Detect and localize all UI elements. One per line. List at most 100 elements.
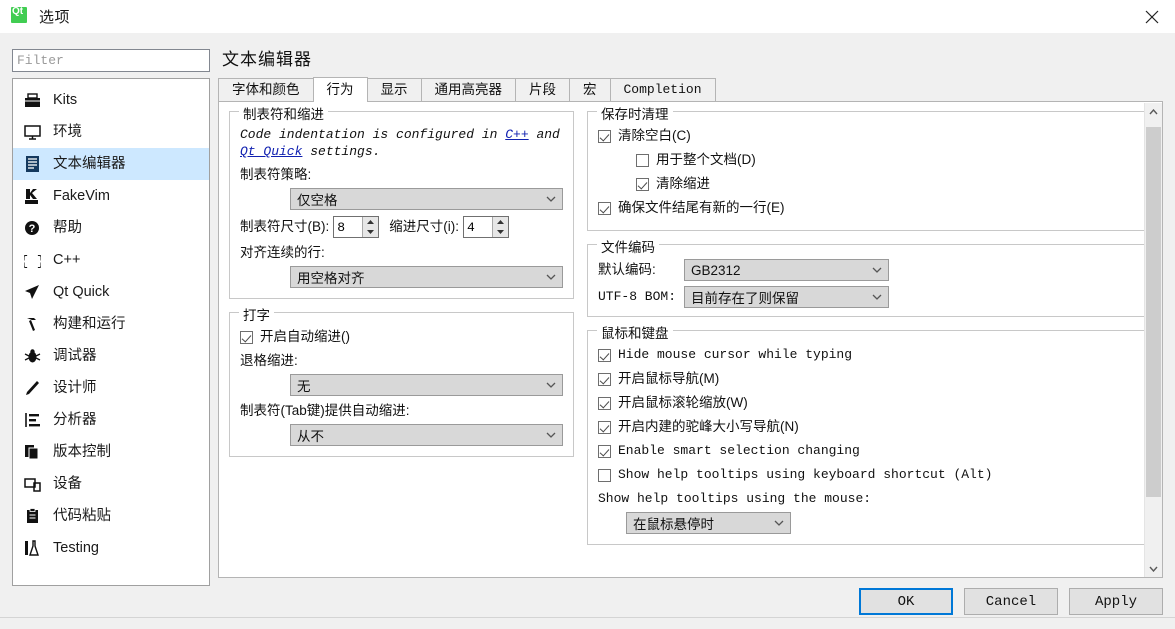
- sidebar-item-designer[interactable]: 设计师: [13, 372, 209, 404]
- sidebar-item-build-run[interactable]: 构建和运行: [13, 308, 209, 340]
- help-tooltips-shortcut-checkbox[interactable]: Show help tooltips using keyboard shortc…: [598, 465, 1134, 485]
- tab-behavior[interactable]: 行为: [312, 77, 368, 102]
- tab-sizes-row: 制表符尺寸(B): 8 缩进尺寸(i): 4: [240, 216, 563, 238]
- scroll-viewport: 制表符和缩进 Code indentation is configured in…: [219, 102, 1144, 576]
- indent-size-spin-buttons[interactable]: [492, 217, 508, 237]
- text-editor-icon: [21, 154, 43, 174]
- clipboard-icon: [21, 506, 43, 526]
- auto-indent-checkbox[interactable]: 开启自动缩进(): [240, 327, 563, 347]
- checkbox-box: [598, 468, 611, 482]
- sidebar-item-label: 分析器: [53, 411, 97, 428]
- align-continuation-select[interactable]: 用空格对齐: [290, 266, 563, 288]
- tab-macros[interactable]: 宏: [569, 78, 611, 101]
- scroll-up-button[interactable]: [1145, 103, 1162, 120]
- backspace-indent-select[interactable]: 无: [290, 374, 563, 396]
- tab-size-stepper[interactable]: 8: [333, 216, 380, 238]
- sidebar-item-label: 版本控制: [53, 443, 111, 460]
- window-title: 选项: [39, 9, 71, 26]
- sidebar-item-debugger[interactable]: 调试器: [13, 340, 209, 372]
- tab-snippets[interactable]: 片段: [515, 78, 570, 101]
- apply-button[interactable]: Apply: [1069, 588, 1163, 615]
- cpp-settings-link[interactable]: C++: [505, 127, 528, 142]
- hint-text-middle: and: [528, 127, 560, 142]
- clean-indentation-checkbox[interactable]: 清除缩进: [636, 174, 1134, 194]
- tab-size-value: 8: [337, 219, 346, 235]
- hide-cursor-checkbox[interactable]: Hide mouse cursor while typing: [598, 345, 1134, 365]
- indent-size-stepper[interactable]: 4: [463, 216, 509, 238]
- sidebar-item-analyzer[interactable]: 分析器: [13, 404, 209, 436]
- spin-down-icon[interactable]: [363, 227, 378, 237]
- tab-policy-select[interactable]: 仅空格: [290, 188, 563, 210]
- cleanup-on-save-group: 保存时清理 清除空白(C) 用于整个文档(D) 清除缩进 确保文件结尾有新的一行…: [587, 103, 1144, 231]
- tab-size-label: 制表符尺寸(B):: [240, 219, 330, 234]
- checkbox-box: [598, 348, 611, 362]
- version-control-icon: [21, 442, 43, 462]
- sidebar-item-fakevim[interactable]: FakeVim: [13, 180, 209, 212]
- tab-font-colors[interactable]: 字体和颜色: [218, 78, 314, 101]
- settings-panel: 文本编辑器 字体和颜色 行为 显示 通用高亮器 片段 宏 Completion …: [218, 45, 1163, 578]
- filter-input[interactable]: [12, 49, 210, 72]
- sidebar-item-environment[interactable]: 环境: [13, 116, 209, 148]
- sidebar-item-help[interactable]: ? 帮助: [13, 212, 209, 244]
- chevron-down-icon: [870, 290, 884, 304]
- scrollbar-track[interactable]: [1145, 120, 1162, 560]
- in-entire-document-checkbox[interactable]: 用于整个文档(D): [636, 150, 1134, 170]
- utf8-bom-select[interactable]: 目前存在了则保留: [684, 286, 889, 308]
- sidebar-item-label: 设计师: [53, 379, 97, 396]
- sidebar-item-kits[interactable]: Kits: [13, 84, 209, 116]
- vertical-scrollbar[interactable]: [1144, 103, 1162, 577]
- fakevim-icon: [21, 186, 43, 206]
- default-encoding-select[interactable]: GB2312: [684, 259, 889, 281]
- sidebar-item-text-editor[interactable]: 文本编辑器: [13, 148, 209, 180]
- pencil-icon: [21, 378, 43, 398]
- checkbox-label: 开启鼠标滚轮缩放(W): [618, 395, 748, 410]
- chevron-down-icon: [544, 428, 558, 442]
- options-dialog: 选项 Kits: [0, 0, 1175, 629]
- clean-whitespace-checkbox[interactable]: 清除空白(C): [598, 126, 1134, 146]
- checkbox-label: 开启鼠标导航(M): [618, 371, 720, 386]
- svg-text:{ }: { }: [24, 254, 41, 268]
- group-title: 文件编码: [597, 236, 659, 256]
- spin-up-icon[interactable]: [363, 217, 378, 227]
- sidebar-item-code-paste[interactable]: 代码粘贴: [13, 500, 209, 532]
- tooltip-mouse-select[interactable]: 在鼠标悬停时: [626, 512, 791, 534]
- ensure-newline-checkbox[interactable]: 确保文件结尾有新的一行(E): [598, 198, 1134, 218]
- tab-completion[interactable]: Completion: [609, 78, 716, 101]
- page-title: 文本编辑器: [222, 50, 312, 69]
- spin-down-icon[interactable]: [493, 227, 508, 237]
- scroll-down-button[interactable]: [1145, 560, 1162, 577]
- spin-up-icon[interactable]: [493, 217, 508, 227]
- tab-key-indent-select[interactable]: 从不: [290, 424, 563, 446]
- bug-icon: [21, 346, 43, 366]
- checkbox-label: 开启内建的驼峰大小写导航(N): [618, 419, 799, 434]
- hammer-icon: [21, 314, 43, 334]
- smart-selection-checkbox[interactable]: Enable smart selection changing: [598, 441, 1134, 461]
- close-icon[interactable]: [1129, 0, 1175, 33]
- camel-case-navigation-checkbox[interactable]: 开启内建的驼峰大小写导航(N): [598, 417, 1134, 437]
- chevron-down-icon: [544, 192, 558, 206]
- group-title: 打字: [239, 304, 274, 324]
- checkbox-box: [636, 153, 649, 167]
- cancel-button[interactable]: Cancel: [964, 588, 1058, 615]
- sidebar-item-cpp[interactable]: { } C++: [13, 244, 209, 276]
- checkbox-box: [598, 444, 611, 458]
- scroll-wheel-zoom-checkbox[interactable]: 开启鼠标滚轮缩放(W): [598, 393, 1134, 413]
- tab-size-spin-buttons[interactable]: [362, 217, 379, 237]
- title-bar: 选项: [0, 0, 1175, 33]
- sidebar-item-devices[interactable]: 设备: [13, 468, 209, 500]
- qtquick-settings-link[interactable]: Qt Quick: [240, 144, 302, 159]
- default-encoding-value: GB2312: [691, 262, 741, 278]
- ok-button[interactable]: OK: [859, 588, 953, 615]
- tab-generic-highlighter[interactable]: 通用高亮器: [420, 78, 516, 101]
- scrollbar-thumb[interactable]: [1146, 127, 1161, 497]
- tab-display[interactable]: 显示: [366, 78, 422, 101]
- sidebar-item-qt-quick[interactable]: Qt Quick: [13, 276, 209, 308]
- mouse-and-keyboard-group: 鼠标和键盘 Hide mouse cursor while typing 开启鼠…: [587, 322, 1144, 545]
- sidebar-list[interactable]: Kits 环境 文本编辑器 FakeVim ? 帮助 C++ Qt Quick …: [12, 78, 210, 586]
- auto-indent-label: 开启自动缩进(): [260, 329, 350, 344]
- left-column: 制表符和缩进 Code indentation is configured in…: [229, 103, 574, 558]
- sidebar-item-testing[interactable]: Testing: [13, 532, 209, 564]
- sidebar-item-version-control[interactable]: 版本控制: [13, 436, 209, 468]
- mouse-navigation-checkbox[interactable]: 开启鼠标导航(M): [598, 369, 1134, 389]
- svg-text:?: ?: [29, 223, 36, 235]
